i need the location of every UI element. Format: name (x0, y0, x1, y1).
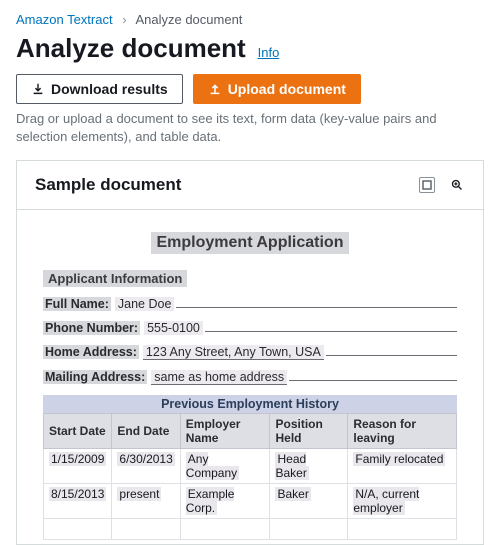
value-fullname: Jane Doe (115, 297, 175, 311)
panel-title: Sample document (35, 175, 419, 195)
table-row (44, 519, 457, 540)
table-cell: Head Baker (270, 449, 348, 484)
download-icon (31, 82, 45, 96)
table-cell: Any Company (180, 449, 270, 484)
field-phone: Phone Number: 555-0100 (43, 319, 457, 335)
label-phone: Phone Number: (43, 321, 140, 335)
table-row: 1/15/20096/30/2013Any CompanyHead BakerF… (44, 449, 457, 484)
zoom-in-icon[interactable] (449, 177, 465, 193)
label-home-address: Home Address: (43, 345, 139, 359)
page-header: Analyze document Info (16, 33, 484, 64)
view-mode-icon[interactable] (419, 177, 435, 193)
table-cell (270, 519, 348, 540)
page-title: Analyze document (16, 33, 246, 64)
upload-document-button[interactable]: Upload document (193, 74, 361, 104)
table-cell: Family relocated (348, 449, 457, 484)
upload-icon (208, 82, 222, 96)
table-cell: 1/15/2009 (44, 449, 112, 484)
table-header: Position Held (270, 414, 348, 449)
download-results-button[interactable]: Download results (16, 74, 183, 104)
value-home-address: 123 Any Street, Any Town, USA (143, 345, 324, 360)
doc-title: Employment Application (151, 232, 350, 254)
table-header: Employer Name (180, 414, 270, 449)
table-cell: present (112, 484, 180, 519)
table-row: 8/15/2013presentExample Corp.BakerN/A, c… (44, 484, 457, 519)
value-mailing-address: same as home address (151, 370, 287, 385)
table-cell (112, 519, 180, 540)
table-header: Start Date (44, 414, 112, 449)
info-link[interactable]: Info (258, 45, 280, 60)
label-mailing-address: Mailing Address: (43, 370, 147, 384)
breadcrumb: Amazon Textract › Analyze document (16, 12, 484, 27)
table-cell: Example Corp. (180, 484, 270, 519)
employment-history-section: Previous Employment History Start DateEn… (43, 395, 457, 540)
field-mailing-address: Mailing Address: same as home address (43, 368, 457, 385)
table-cell: 6/30/2013 (112, 449, 180, 484)
table-cell (348, 519, 457, 540)
breadcrumb-root[interactable]: Amazon Textract (16, 12, 113, 27)
table-cell: 8/15/2013 (44, 484, 112, 519)
employment-history-table: Start DateEnd DateEmployer NamePosition … (43, 413, 457, 540)
value-phone: 555-0100 (144, 321, 203, 335)
table-cell (180, 519, 270, 540)
table-cell: N/A, current employer (348, 484, 457, 519)
document-preview: Employment Application Applicant Informa… (43, 232, 457, 540)
field-fullname: Full Name: Jane Doe (43, 295, 457, 311)
sample-document-panel: Sample document Employment Application A… (16, 160, 484, 545)
table-cell (44, 519, 112, 540)
breadcrumb-current: Analyze document (135, 12, 242, 27)
table-header: End Date (112, 414, 180, 449)
help-text: Drag or upload a document to see its tex… (16, 110, 484, 146)
table-header: Reason for leaving (348, 414, 457, 449)
table-title: Previous Employment History (43, 395, 457, 413)
chevron-right-icon: › (122, 12, 126, 27)
label-fullname: Full Name: (43, 297, 111, 311)
upload-button-label: Upload document (228, 81, 346, 97)
download-button-label: Download results (51, 81, 168, 97)
section-applicant-info: Applicant Information (43, 270, 187, 287)
table-cell: Baker (270, 484, 348, 519)
field-home-address: Home Address: 123 Any Street, Any Town, … (43, 343, 457, 360)
